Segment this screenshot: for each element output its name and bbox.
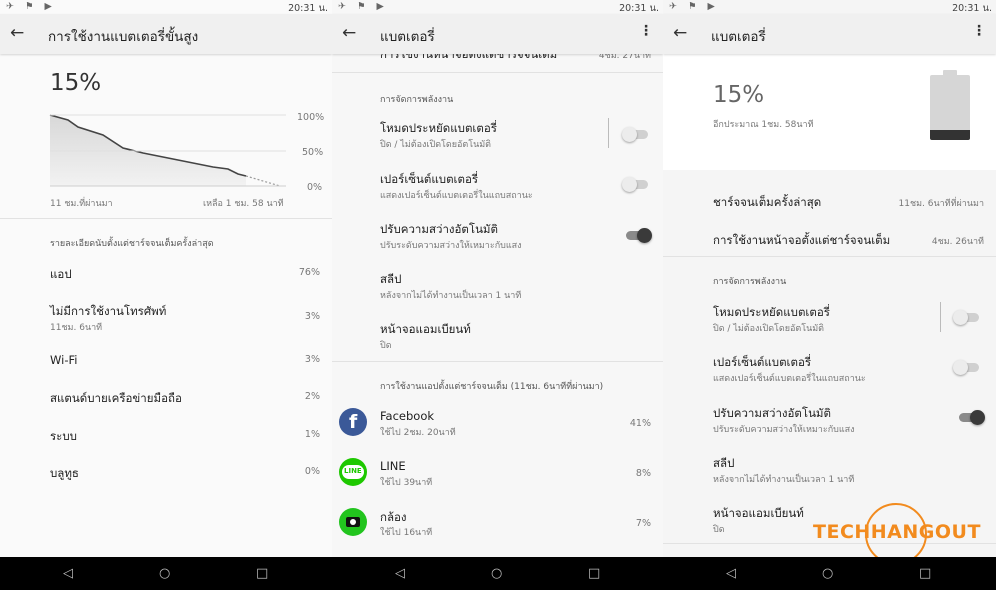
battery-usage-graph: [49, 114, 286, 187]
battery-percentage-setting[interactable]: เปอร์เซ็นต์แบตเตอรี่ แสดงเปอร์เซ็นต์แบตเ…: [332, 163, 663, 207]
back-arrow-icon[interactable]: ←: [673, 22, 695, 44]
screen-usage-row[interactable]: การใช้งานหน้าจอตั้งแต่ชาร์จจนเต็ม 4ชม. 2…: [663, 224, 996, 254]
advanced-battery-usage-screen: ✈ ⚑ ▶ 20:31 น. ← การใช้งานแบตเตอรี่ขั้นส…: [0, 0, 332, 557]
app-row-camera[interactable]: กล้อง ใช้ไป 16นาที 7%: [332, 502, 663, 546]
notification-icons: ✈ ⚑ ▶: [338, 1, 388, 12]
navigation-bar: ◁ ○ □ ◁ ○ □ ◁ ○ □: [0, 557, 996, 590]
usage-item-idle[interactable]: ไม่มีการใช้งานโทรศัพท์ 11ชม. 6นาที 3%: [0, 295, 332, 335]
graph-y-label-0: 0%: [307, 182, 323, 193]
home-circle-icon[interactable]: ○: [822, 566, 833, 581]
sleep-setting[interactable]: สลีป หลังจากไม่ได้ทำงานเป็นเวลา 1 นาที: [332, 263, 663, 307]
battery-percentage-setting[interactable]: เปอร์เซ็นต์แบตเตอรี่ แสดงเปอร์เซ็นต์แบตเ…: [663, 346, 996, 390]
battery-saver-setting[interactable]: โหมดประหยัดแบตเตอรี่ ปิด / ไม่ต้องเปิดโด…: [663, 296, 996, 340]
app-usage-header: การใช้งานแอปตั้งแต่ชาร์จจนเต็ม (11ชม. 6น…: [380, 382, 604, 392]
back-triangle-icon[interactable]: ◁: [63, 566, 73, 581]
battery-settings-scrolled: ✈ ⚑ ▶ 20:31 น. การใช้งานหน้าจอตั้งแต่ชาร…: [332, 0, 663, 557]
back-arrow-icon[interactable]: ←: [10, 22, 32, 44]
more-options-icon[interactable]: ⋮: [972, 23, 986, 39]
battery-saver-toggle[interactable]: [953, 310, 979, 325]
notification-icons: ✈ ⚑ ▶: [669, 1, 719, 12]
back-triangle-icon[interactable]: ◁: [395, 566, 405, 581]
back-triangle-icon[interactable]: ◁: [726, 566, 736, 581]
graph-y-label-100: 100%: [297, 112, 325, 123]
last-full-charge-row[interactable]: ชาร์จจนเต็มครั้งล่าสุด 11ชม. 6นาทีที่ผ่า…: [663, 186, 996, 216]
app-row-facebook[interactable]: f Facebook ใช้ไป 2ชม. 20นาที 41%: [332, 402, 663, 446]
adaptive-brightness-setting[interactable]: ปรับความสว่างอัตโนมัติ ปรับระดับความสว่า…: [332, 213, 663, 257]
recents-square-icon[interactable]: □: [919, 566, 931, 581]
adaptive-brightness-setting[interactable]: ปรับความสว่างอัตโนมัติ ปรับระดับความสว่า…: [663, 397, 996, 441]
usage-item-bluetooth[interactable]: บลูทูธ 0%: [0, 457, 332, 493]
power-management-header: การจัดการพลังงาน: [380, 95, 454, 105]
camera-icon: [339, 508, 367, 536]
battery-percentage-toggle[interactable]: [622, 177, 648, 192]
app-bar: ← แบตเตอรี่ ⋮: [332, 14, 663, 54]
graph-left-label: 11 ชม.ที่ผ่านมา: [50, 199, 113, 209]
recents-square-icon[interactable]: □: [588, 566, 600, 581]
battery-remaining: อีกประมาณ 1ชม. 58นาที: [713, 120, 814, 130]
facebook-icon: f: [339, 408, 367, 436]
graph-projection: [245, 175, 281, 187]
status-bar: ✈ ⚑ ▶ 20:31 น.: [0, 0, 332, 14]
status-bar: ✈ ⚑ ▶ 20:31 น.: [332, 0, 663, 14]
battery-saver-setting[interactable]: โหมดประหยัดแบตเตอรี่ ปิด / ไม่ต้องเปิดโด…: [332, 112, 663, 156]
app-bar: ← การใช้งานแบตเตอรี่ขั้นสูง: [0, 14, 332, 54]
battery-header-card: 15% อีกประมาณ 1ชม. 58นาที: [663, 54, 996, 170]
power-management-header: การจัดการพลังงาน: [713, 277, 787, 287]
line-icon: LINE: [339, 458, 367, 486]
app-row-line[interactable]: LINE LINE ใช้ไป 39นาที 8%: [332, 452, 663, 496]
page-title: แบตเตอรี่: [711, 29, 766, 45]
battery-percent: 15%: [50, 70, 102, 96]
graph-right-label: เหลือ 1 ชม. 58 นาที: [203, 199, 284, 209]
adaptive-brightness-toggle[interactable]: [959, 410, 985, 425]
battery-percent: 15%: [713, 82, 765, 108]
status-bar: ✈ ⚑ ▶ 20:31 น.: [663, 0, 996, 14]
ambient-display-setting[interactable]: หน้าจอแอมเบียนท์ ปิด: [332, 313, 663, 357]
battery-percentage-toggle[interactable]: [953, 360, 979, 375]
adaptive-brightness-toggle[interactable]: [626, 228, 652, 243]
page-title: แบตเตอรี่: [380, 29, 435, 45]
battery-saver-toggle[interactable]: [622, 127, 648, 142]
back-arrow-icon[interactable]: ←: [342, 22, 364, 44]
graph-y-label-50: 50%: [302, 147, 324, 158]
section-header: รายละเอียดนับตั้งแต่ชาร์จจนเต็มครั้งล่าส…: [50, 239, 214, 249]
page-title: การใช้งานแบตเตอรี่ขั้นสูง: [48, 29, 199, 45]
home-circle-icon[interactable]: ○: [159, 566, 170, 581]
battery-settings-screen: ✈ ⚑ ▶ 20:31 น. ← แบตเตอรี่ ⋮ 15% อีกประม…: [663, 0, 996, 557]
notification-icons: ✈ ⚑ ▶: [6, 1, 56, 12]
usage-item-apps[interactable]: แอป 76%: [0, 258, 332, 294]
watermark-logo: TECHHANGOUT: [813, 521, 981, 543]
more-options-icon[interactable]: ⋮: [639, 23, 653, 39]
recents-square-icon[interactable]: □: [256, 566, 268, 581]
home-circle-icon[interactable]: ○: [491, 566, 502, 581]
usage-item-system[interactable]: ระบบ 1%: [0, 420, 332, 456]
sleep-setting[interactable]: สลีป หลังจากไม่ได้ทำงานเป็นเวลา 1 นาที: [663, 447, 996, 491]
usage-item-cell-standby[interactable]: สแตนด์บายเครือข่ายมือถือ 2%: [0, 382, 332, 418]
battery-level-icon: [930, 70, 970, 140]
app-bar: ← แบตเตอรี่ ⋮: [663, 14, 996, 54]
usage-item-wifi[interactable]: Wi-Fi 3%: [0, 345, 332, 381]
